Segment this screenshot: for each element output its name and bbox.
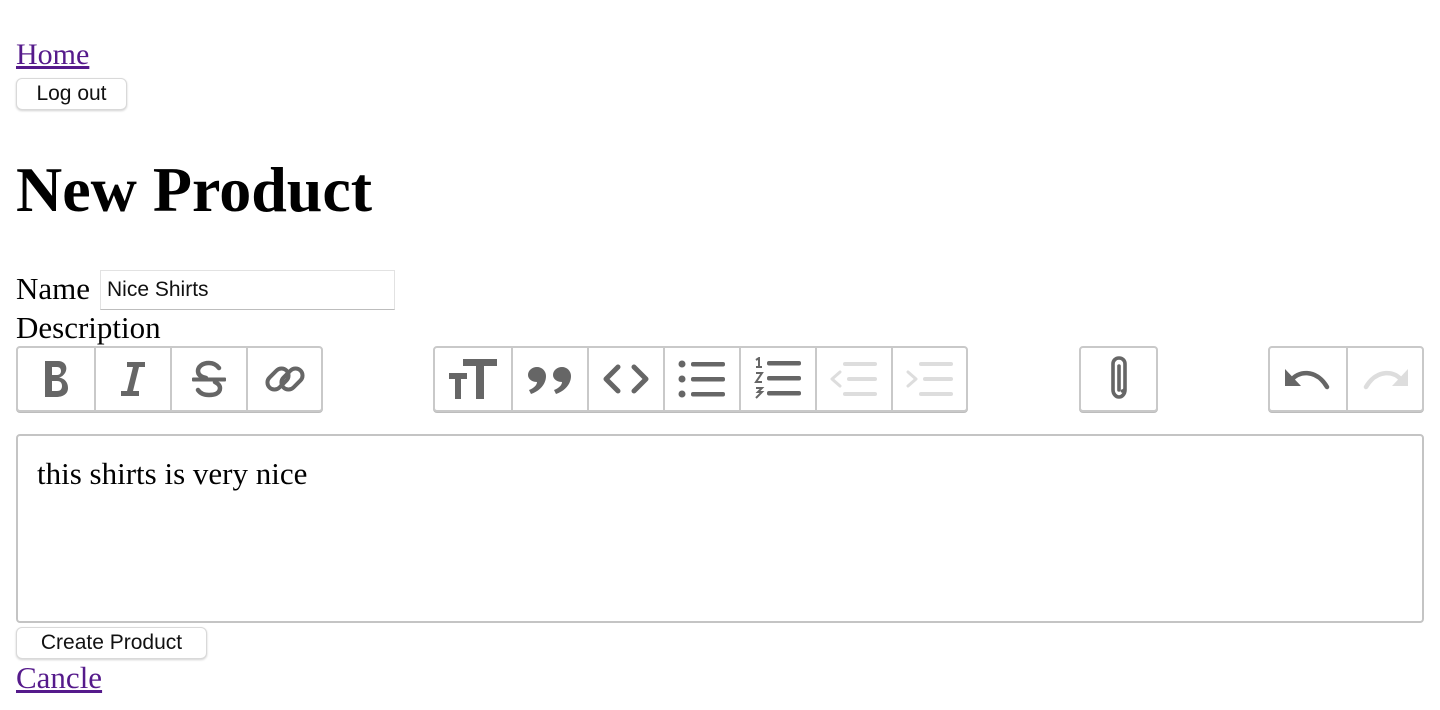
link-icon xyxy=(264,366,305,392)
page-title: New Product xyxy=(16,154,373,225)
name-input[interactable] xyxy=(100,270,395,310)
attach-files-icon xyxy=(1110,356,1127,399)
strikethrough-button[interactable] xyxy=(172,348,248,410)
undo-icon xyxy=(1285,369,1330,390)
redo-icon xyxy=(1363,369,1408,390)
logout-button[interactable]: Log out xyxy=(16,78,127,110)
toolbar-history-tools xyxy=(1268,346,1424,412)
description-label: Description xyxy=(16,310,161,345)
home-link[interactable]: Home xyxy=(16,37,89,73)
quote-icon xyxy=(528,367,571,394)
redo-button[interactable] xyxy=(1348,348,1422,410)
italic-icon xyxy=(121,362,145,396)
strikethrough-icon xyxy=(192,360,226,398)
toolbar-block-tools xyxy=(433,346,968,412)
undo-button[interactable] xyxy=(1270,348,1348,410)
bullet-list-icon xyxy=(678,360,725,398)
code-icon xyxy=(603,364,649,394)
create-product-button[interactable]: Create Product xyxy=(16,627,207,659)
toolbar-file-tools xyxy=(1079,346,1158,412)
description-editor[interactable]: this shirts is very nice xyxy=(16,434,1424,623)
toolbar-text-tools xyxy=(16,346,323,412)
cancel-link[interactable]: Cancle xyxy=(16,660,102,696)
bold-icon xyxy=(45,361,68,397)
heading-button[interactable] xyxy=(435,348,513,410)
numbered-list-button[interactable] xyxy=(741,348,817,410)
italic-button[interactable] xyxy=(96,348,172,410)
link-button[interactable] xyxy=(248,348,321,410)
quote-button[interactable] xyxy=(513,348,589,410)
code-button[interactable] xyxy=(589,348,665,410)
name-label: Name xyxy=(16,271,91,306)
increase-indent-button[interactable] xyxy=(893,348,966,410)
increase-indent-icon xyxy=(906,362,953,396)
decrease-indent-button[interactable] xyxy=(817,348,893,410)
numbered-list-icon xyxy=(754,357,801,399)
heading-icon xyxy=(449,359,497,399)
bullet-list-button[interactable] xyxy=(665,348,741,410)
bold-button[interactable] xyxy=(18,348,96,410)
decrease-indent-icon xyxy=(830,362,877,396)
attach-files-button[interactable] xyxy=(1081,348,1156,410)
